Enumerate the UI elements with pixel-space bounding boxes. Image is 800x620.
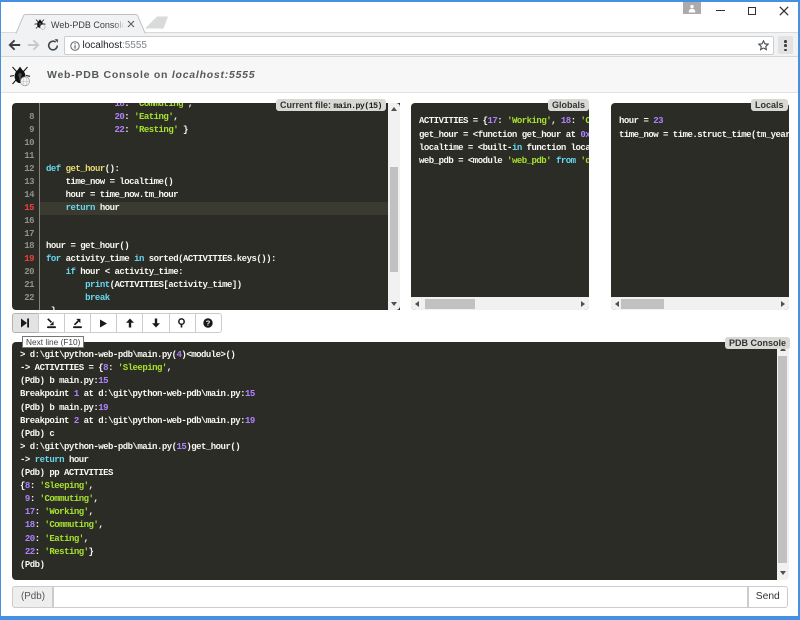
svg-text:?: ? <box>206 319 211 328</box>
